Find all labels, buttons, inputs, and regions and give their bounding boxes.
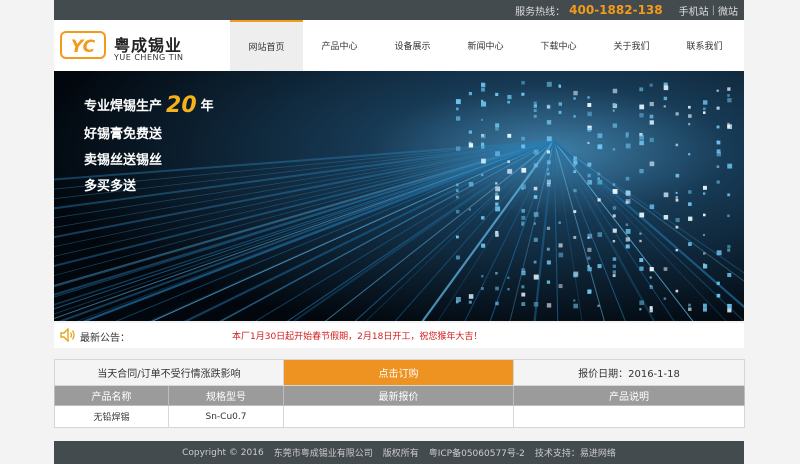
- slogan-line-1: 专业焊锡生产 20 年: [84, 91, 214, 118]
- order-button[interactable]: 点击订购: [283, 359, 514, 386]
- quote-date: 报价日期：2016-1-18: [513, 359, 745, 386]
- slogan-line-3: 卖锡丝送锡丝: [84, 153, 163, 168]
- nav-item-downloads[interactable]: 下载中心: [522, 20, 595, 71]
- slogan-line-1-prefix: 专业焊锡生产: [84, 99, 163, 114]
- speaker-icon: [60, 328, 75, 342]
- slogan-years: 20: [166, 93, 197, 118]
- hero-banner[interactable]: 专业焊锡生产 20 年 好锡膏免费送 卖锡丝送锡丝 多买多送: [54, 71, 744, 321]
- nav-item-equipment[interactable]: 设备展示: [376, 20, 449, 71]
- column-header-price: 最新报价: [283, 385, 514, 406]
- link-separator: |: [711, 4, 715, 16]
- hotline-label: 服务热线：: [515, 6, 566, 18]
- slogan-line-1-suffix: 年: [200, 99, 214, 114]
- nav-item-about[interactable]: 关于我们: [595, 20, 668, 71]
- cell-product-name: 无铅焊锡: [54, 405, 169, 428]
- site-header: YC 粤成锡业 YUE CHENG TIN 网站首页 产品中心 设备展示 新闻中…: [54, 20, 744, 71]
- mobile-site-link[interactable]: 手机站: [679, 3, 709, 18]
- price-guarantee-note: 当天合同/订单不受行情涨跌影响: [54, 359, 284, 386]
- logo-letters: YC: [71, 37, 96, 57]
- price-table-header: 产品名称 规格型号 最新报价 产品说明: [54, 385, 745, 406]
- top-bar-right: 服务热线： 400-1882-138 手机站 | 微站: [515, 0, 738, 20]
- announcement-label: 最新公告：: [80, 333, 130, 344]
- footer-rights: 版权所有: [382, 449, 419, 459]
- nav-item-products[interactable]: 产品中心: [303, 20, 376, 71]
- brand-name-en: YUE CHENG TIN: [114, 53, 184, 62]
- slogan-line-4: 多买多送: [84, 179, 137, 194]
- footer-support[interactable]: 技术支持：易进网络: [535, 446, 616, 459]
- brand-logo-icon[interactable]: YC: [60, 30, 106, 60]
- footer-copyright: Copyright © 2016: [182, 447, 264, 458]
- cell-spec: Sn-Cu0.7: [168, 405, 284, 428]
- table-row[interactable]: 无铅焊锡 Sn-Cu0.7: [54, 405, 745, 428]
- column-header-spec: 规格型号: [168, 385, 284, 406]
- site-footer: Copyright © 2016 东莞市粤成锡业有限公司 版权所有 粤ICP备0…: [54, 441, 744, 464]
- nav-item-contact[interactable]: 联系我们: [668, 20, 741, 71]
- wechat-site-link[interactable]: 微站: [718, 3, 738, 18]
- footer-icp[interactable]: 粤ICP备05060577号-2: [429, 446, 525, 459]
- slogan-line-2: 好锡膏免费送: [84, 127, 163, 142]
- column-header-product-name: 产品名称: [54, 385, 169, 406]
- column-header-description: 产品说明: [513, 385, 745, 406]
- announcement-bar: 最新公告： 本厂1月30日起开始春节假期，2月18日开工，祝您猴年大吉！: [54, 323, 744, 348]
- top-bar: 服务热线： 400-1882-138 手机站 | 微站: [54, 0, 744, 20]
- price-table: 当天合同/订单不受行情涨跌影响 点击订购 报价日期：2016-1-18 产品名称…: [54, 359, 745, 428]
- price-table-toolbar: 当天合同/订单不受行情涨跌影响 点击订购 报价日期：2016-1-18: [54, 359, 745, 386]
- footer-company: 东莞市粤成锡业有限公司: [273, 449, 373, 459]
- cell-description: [513, 405, 745, 428]
- main-nav: 网站首页 产品中心 设备展示 新闻中心 下载中心 关于我们 联系我们: [230, 20, 741, 71]
- announcement-text[interactable]: 本厂1月30日起开始春节假期，2月18日开工，祝您猴年大吉！: [232, 329, 482, 342]
- nav-item-home[interactable]: 网站首页: [230, 20, 303, 71]
- nav-item-news[interactable]: 新闻中心: [449, 20, 522, 71]
- hotline-number: 400-1882-138: [569, 3, 663, 17]
- cell-price: [283, 405, 514, 428]
